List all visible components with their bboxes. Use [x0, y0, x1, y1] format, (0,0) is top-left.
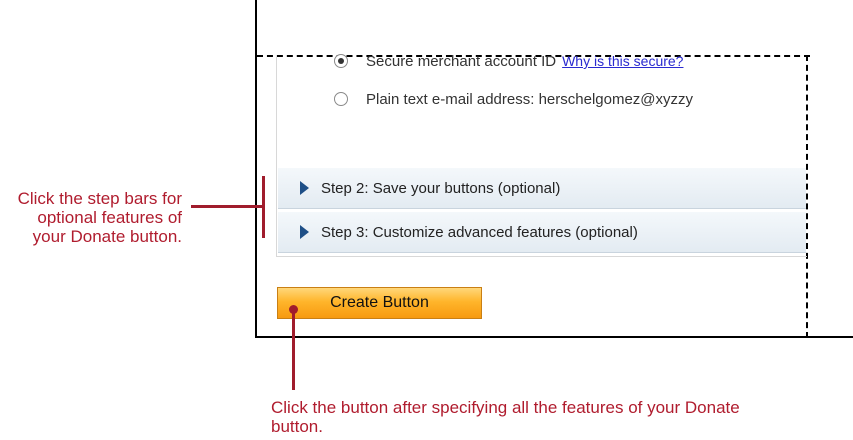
step-3-label: Step 3: Customize advanced features (opt… — [321, 223, 638, 241]
button-annotation: Click the button after specifying all th… — [271, 398, 740, 436]
frame-line-bottom — [255, 336, 853, 338]
radio-secure-merchant[interactable]: Secure merchant account ID Why is this s… — [334, 50, 804, 72]
radio-button-icon[interactable] — [334, 54, 348, 68]
email-option-label: Plain text e-mail address: herschelgomez… — [366, 90, 694, 108]
radio-plain-email[interactable]: Plain text e-mail address: herschelgomez… — [334, 88, 806, 110]
expand-triangle-icon — [300, 181, 309, 195]
create-button[interactable]: Create Button — [277, 287, 482, 319]
radio-button-icon[interactable] — [334, 92, 348, 106]
step-3-bar[interactable]: Step 3: Customize advanced features (opt… — [278, 211, 806, 253]
expand-triangle-icon — [300, 225, 309, 239]
step-2-bar[interactable]: Step 2: Save your buttons (optional) — [278, 167, 806, 209]
step-bars-annotation: Click the step bars for optional feature… — [17, 189, 182, 246]
step-2-label: Step 2: Save your buttons (optional) — [321, 179, 561, 197]
callout-leader-line — [191, 205, 262, 208]
callout-leader-line — [292, 308, 295, 390]
frame-line-left — [255, 56, 257, 338]
frame-line-top — [255, 0, 257, 58]
why-secure-link[interactable]: Why is this secure? — [562, 53, 683, 69]
secure-merchant-label: Secure merchant account ID — [366, 52, 557, 70]
callout-bracket — [262, 176, 265, 238]
